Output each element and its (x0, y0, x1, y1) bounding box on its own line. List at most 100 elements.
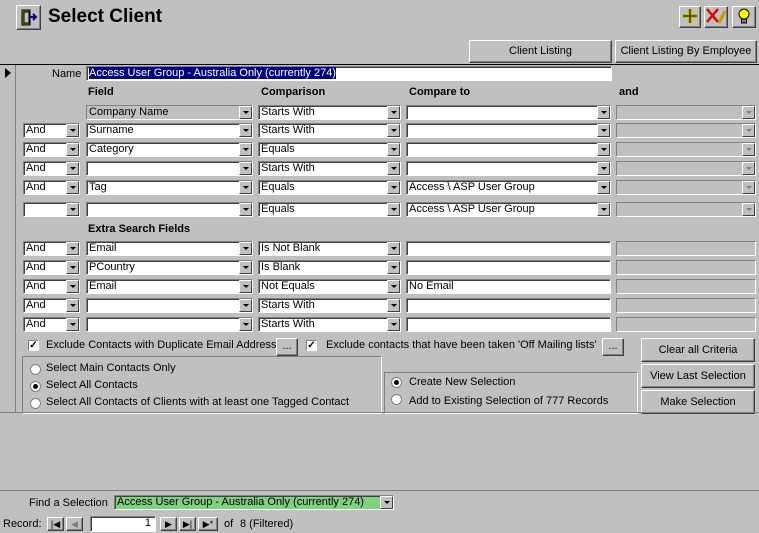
criteria-conj-select[interactable] (23, 202, 80, 217)
chevron-down-icon[interactable] (66, 203, 79, 216)
record-selector[interactable] (0, 64, 16, 412)
extra-conj-select[interactable]: And (23, 279, 80, 294)
client-listing-by-employee-button[interactable]: Client Listing By Employee (615, 40, 757, 63)
criteria-compare-select[interactable] (406, 105, 611, 120)
criteria-and-select[interactable] (616, 105, 756, 120)
chevron-down-icon[interactable] (239, 261, 252, 274)
chevron-down-icon[interactable] (742, 162, 755, 175)
first-record-button[interactable]: |◀ (47, 517, 64, 531)
chevron-down-icon[interactable] (239, 162, 252, 175)
criteria-conj-select[interactable]: And (23, 180, 80, 195)
criteria-and-select[interactable] (616, 161, 756, 176)
chevron-down-icon[interactable] (66, 162, 79, 175)
extra-field-select[interactable] (86, 317, 253, 332)
criteria-conj-select[interactable]: And (23, 123, 80, 138)
extra-field-select[interactable]: Email (86, 279, 253, 294)
extra-comparison-select[interactable]: Starts With (258, 317, 401, 332)
exclude-dup-email-checkbox[interactable]: ✓ (28, 340, 39, 351)
chevron-down-icon[interactable] (239, 181, 252, 194)
chevron-down-icon[interactable] (239, 299, 252, 312)
extra-conj-select[interactable]: And (23, 298, 80, 313)
chevron-down-icon[interactable] (239, 143, 252, 156)
name-input[interactable]: Access User Group - Australia Only (curr… (86, 66, 612, 81)
extra-comparison-select[interactable]: Starts With (258, 298, 401, 313)
chevron-down-icon[interactable] (66, 242, 79, 255)
exit-button[interactable] (16, 5, 41, 30)
chevron-down-icon[interactable] (66, 143, 79, 156)
chevron-down-icon[interactable] (387, 280, 400, 293)
criteria-and-select[interactable] (616, 142, 756, 157)
radio-add-existing-selection[interactable] (391, 394, 402, 405)
chevron-down-icon[interactable] (66, 299, 79, 312)
criteria-compare-select[interactable] (406, 123, 611, 138)
add-button[interactable] (679, 6, 701, 28)
next-record-button[interactable]: ▶ (160, 517, 177, 531)
criteria-field-select[interactable]: Tag (86, 180, 253, 195)
find-selection-combo[interactable]: Access User Group - Australia Only (curr… (114, 495, 394, 510)
chevron-down-icon[interactable] (742, 124, 755, 137)
chevron-down-icon[interactable] (742, 106, 755, 119)
chevron-down-icon[interactable] (387, 143, 400, 156)
criteria-comparison-select[interactable]: Starts With (258, 123, 401, 138)
extra-conj-select[interactable]: And (23, 317, 80, 332)
chevron-down-icon[interactable] (239, 242, 252, 255)
clear-all-criteria-button[interactable]: Clear all Criteria (641, 338, 755, 362)
exclude-dup-email-ellipsis-button[interactable]: ... (276, 338, 298, 356)
radio-main-contacts-only[interactable] (30, 364, 41, 375)
extra-compare-input[interactable]: No Email (406, 279, 611, 294)
chevron-down-icon[interactable] (742, 143, 755, 156)
chevron-down-icon[interactable] (597, 162, 610, 175)
chevron-down-icon[interactable] (597, 181, 610, 194)
chevron-down-icon[interactable] (239, 203, 252, 216)
criteria-and-select[interactable] (616, 202, 756, 217)
view-last-selection-button[interactable]: View Last Selection (641, 364, 755, 388)
criteria-and-select[interactable] (616, 180, 756, 195)
criteria-conj-select[interactable]: And (23, 142, 80, 157)
extra-conj-select[interactable]: And (23, 241, 80, 256)
extra-field-select[interactable]: PCountry (86, 260, 253, 275)
chevron-down-icon[interactable] (387, 181, 400, 194)
chevron-down-icon[interactable] (597, 143, 610, 156)
extra-comparison-select[interactable]: Is Blank (258, 260, 401, 275)
delete-button[interactable] (704, 6, 728, 28)
extra-compare-input[interactable] (406, 260, 611, 275)
radio-create-new-selection[interactable] (391, 377, 402, 388)
chevron-down-icon[interactable] (387, 162, 400, 175)
last-record-button[interactable]: ▶| (179, 517, 196, 531)
criteria-field-select[interactable]: Surname (86, 123, 253, 138)
extra-comparison-select[interactable]: Not Equals (258, 279, 401, 294)
client-listing-button[interactable]: Client Listing (469, 40, 612, 63)
extra-compare-input[interactable] (406, 298, 611, 313)
record-number-input[interactable]: 1 (90, 516, 156, 532)
chevron-down-icon[interactable] (387, 318, 400, 331)
criteria-comparison-select[interactable]: Starts With (258, 105, 401, 120)
chevron-down-icon[interactable] (597, 106, 610, 119)
criteria-field-select[interactable]: Company Name (86, 105, 253, 120)
criteria-compare-select[interactable]: Access \ ASP User Group (406, 180, 611, 195)
criteria-field-select[interactable]: Category (86, 142, 253, 157)
chevron-down-icon[interactable] (597, 124, 610, 137)
criteria-comparison-select[interactable]: Starts With (258, 161, 401, 176)
criteria-comparison-select[interactable]: Equals (258, 180, 401, 195)
chevron-down-icon[interactable] (239, 280, 252, 293)
chevron-down-icon[interactable] (387, 261, 400, 274)
extra-compare-input[interactable] (406, 317, 611, 332)
tip-button[interactable] (732, 6, 756, 28)
exclude-mailing-ellipsis-button[interactable]: ... (602, 338, 624, 356)
chevron-down-icon[interactable] (66, 124, 79, 137)
exclude-mailing-checkbox[interactable]: ✓ (306, 340, 317, 351)
chevron-down-icon[interactable] (597, 203, 610, 216)
chevron-down-icon[interactable] (380, 496, 393, 509)
prev-record-button[interactable]: ◀ (66, 517, 83, 531)
radio-tagged-contacts[interactable] (30, 398, 41, 409)
extra-field-select[interactable] (86, 298, 253, 313)
chevron-down-icon[interactable] (239, 106, 252, 119)
radio-all-contacts[interactable] (30, 381, 41, 392)
criteria-comparison-select[interactable]: Equals (258, 202, 401, 217)
criteria-field-select[interactable] (86, 161, 253, 176)
criteria-compare-select[interactable] (406, 142, 611, 157)
chevron-down-icon[interactable] (742, 181, 755, 194)
extra-compare-input[interactable] (406, 241, 611, 256)
chevron-down-icon[interactable] (66, 280, 79, 293)
extra-conj-select[interactable]: And (23, 260, 80, 275)
